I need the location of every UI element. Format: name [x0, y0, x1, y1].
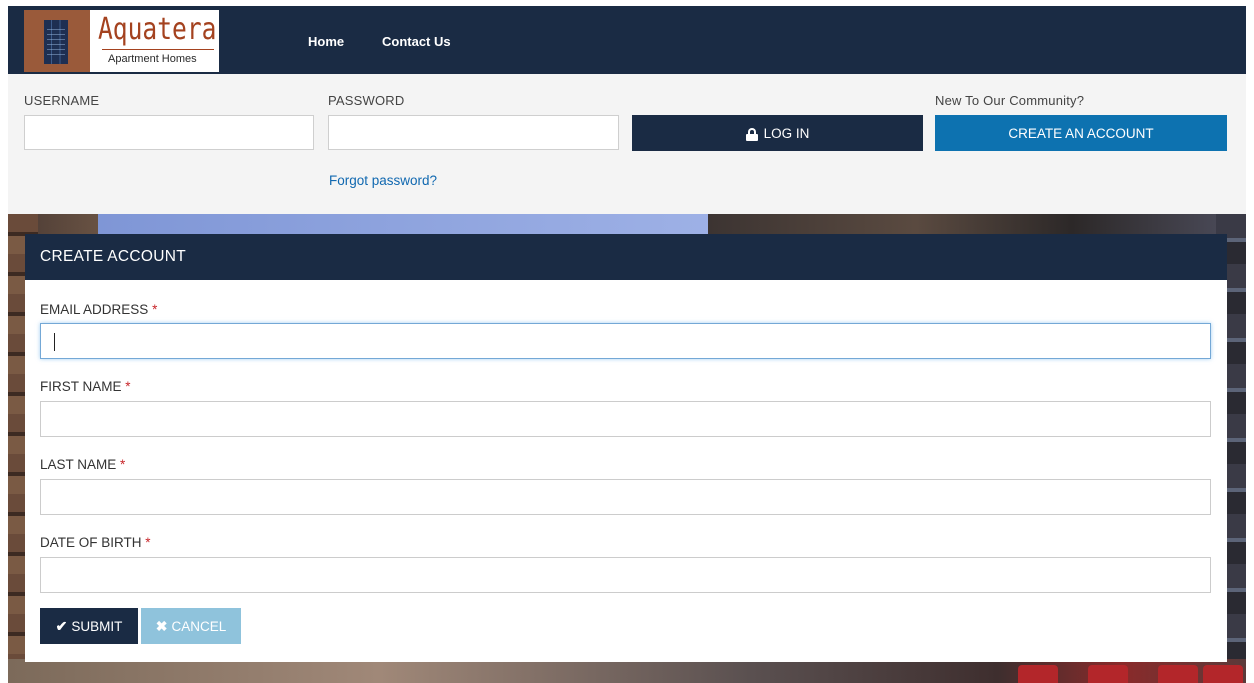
required-marker: * — [120, 457, 126, 472]
create-account-title: CREATE ACCOUNT — [25, 234, 1227, 280]
submit-button[interactable]: ✔ SUBMIT — [40, 608, 138, 644]
new-to-community-label: New To Our Community? — [935, 93, 1085, 108]
last-name-label: LAST NAME * — [40, 457, 126, 472]
date-of-birth-input[interactable] — [40, 557, 1211, 593]
submit-button-label: SUBMIT — [71, 618, 123, 634]
date-of-birth-label: DATE OF BIRTH * — [40, 535, 151, 550]
email-address-label: EMAIL ADDRESS * — [40, 302, 158, 317]
username-label: USERNAME — [24, 93, 100, 108]
brand-tagline: Apartment Homes — [108, 53, 197, 65]
email-address-input[interactable] — [40, 323, 1211, 359]
first-name-label: FIRST NAME * — [40, 379, 131, 394]
lock-icon — [745, 127, 758, 141]
nav-home-link[interactable]: Home — [308, 34, 344, 50]
check-icon: ✔ — [55, 618, 68, 634]
nav-contact-us-link[interactable]: Contact Us — [382, 34, 451, 50]
forgot-password-link[interactable]: Forgot password? — [329, 172, 437, 190]
username-input[interactable] — [24, 115, 314, 150]
x-icon: ✖ — [155, 618, 168, 634]
required-marker: * — [152, 302, 158, 317]
top-navigation-bar: Aquatera Apartment Homes Home Contact Us — [8, 6, 1246, 74]
aquatera-logo[interactable]: Aquatera Apartment Homes — [24, 10, 219, 72]
required-marker: * — [125, 379, 131, 394]
building-logo-icon — [24, 10, 90, 72]
create-an-account-button[interactable]: CREATE AN ACCOUNT — [935, 115, 1227, 151]
create-account-panel: CREATE ACCOUNT EMAIL ADDRESS * FIRST NAM… — [25, 234, 1227, 662]
password-input[interactable] — [328, 115, 619, 150]
cancel-button[interactable]: ✖ CANCEL — [141, 608, 241, 644]
log-in-button[interactable]: LOG IN — [632, 115, 923, 151]
password-label: PASSWORD — [328, 93, 405, 108]
required-marker: * — [145, 535, 151, 550]
browser-viewport: Aquatera Apartment Homes Home Contact Us… — [8, 6, 1246, 683]
logo-divider — [102, 49, 214, 50]
log-in-button-label: LOG IN — [763, 125, 810, 141]
text-cursor — [54, 333, 55, 351]
brand-name: Aquatera — [98, 12, 217, 47]
cancel-button-label: CANCEL — [171, 618, 227, 634]
first-name-input[interactable] — [40, 401, 1211, 437]
login-bar: USERNAME PASSWORD LOG IN New To Our Comm… — [8, 74, 1246, 214]
last-name-input[interactable] — [40, 479, 1211, 515]
